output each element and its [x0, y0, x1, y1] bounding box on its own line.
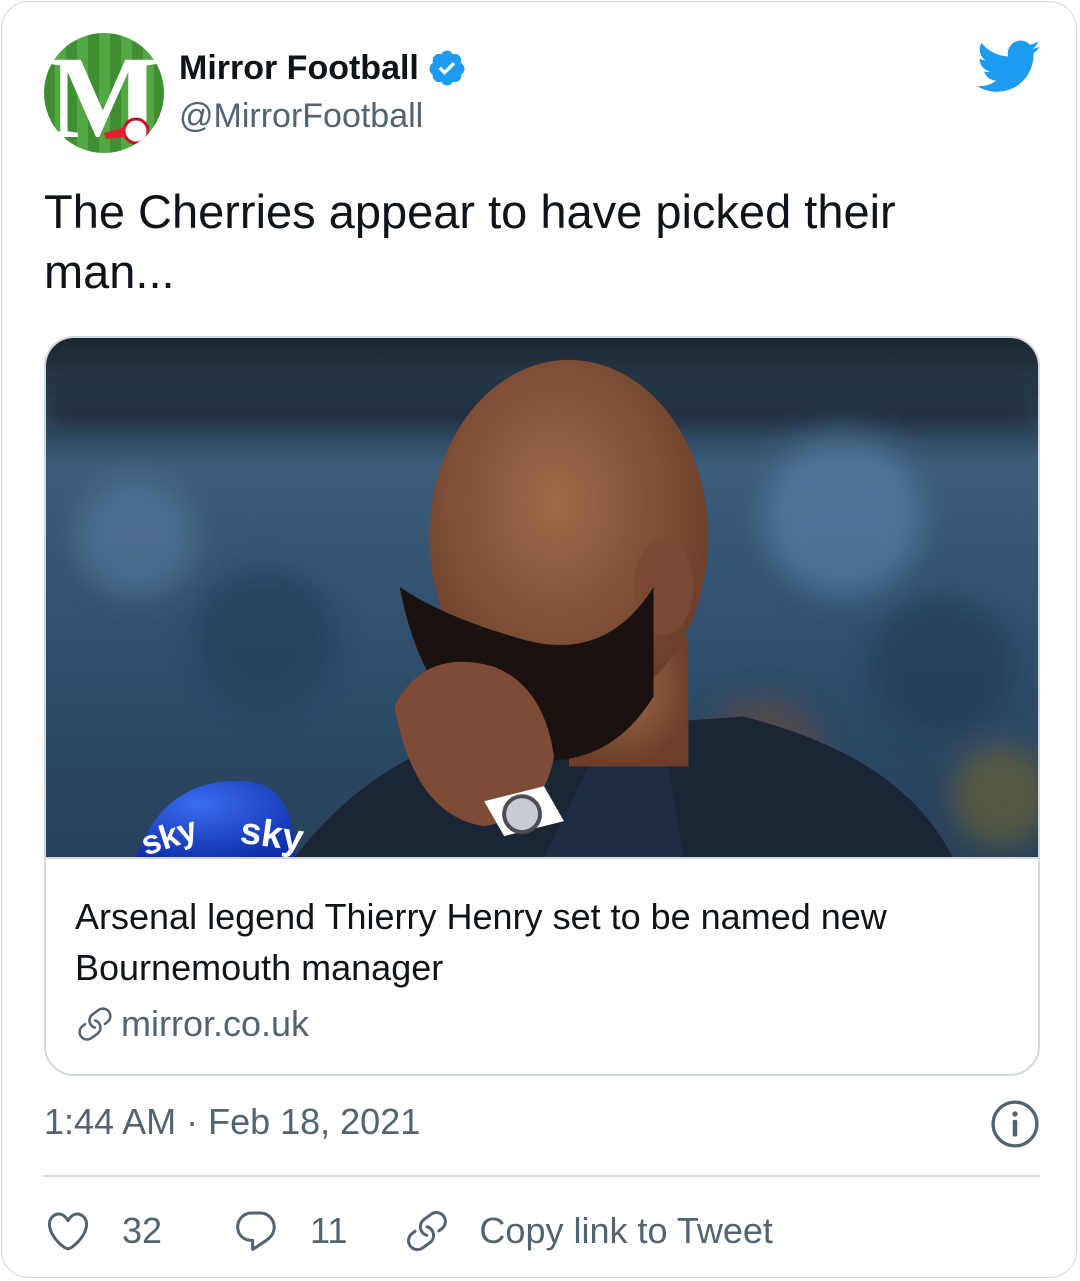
tweet-card: M Mirror Football @MirrorFootball The Ch…: [1, 1, 1077, 1278]
tweet-timestamp[interactable]: 1:44 AM · Feb 18, 2021: [44, 1101, 420, 1143]
like-button[interactable]: 32: [44, 1207, 162, 1255]
link-icon: [407, 1211, 448, 1252]
info-icon[interactable]: [990, 1099, 1040, 1149]
reply-bubble-icon: [236, 1211, 276, 1251]
author-name[interactable]: Mirror Football: [179, 48, 467, 88]
twitter-logo-icon[interactable]: [977, 40, 1041, 94]
tweet-actions: 32 11 Copy link to Tweet: [44, 1200, 773, 1262]
link-preview-image[interactable]: sky sky: [46, 338, 1038, 859]
tweet-text: The Cherries appear to have picked their…: [44, 185, 896, 298]
like-count: 32: [122, 1210, 163, 1251]
link-preview-title[interactable]: Arsenal legend Thierry Henry set to be n…: [75, 891, 995, 993]
mic-text-right: sky: [238, 810, 306, 859]
author-name-label: Mirror Football: [179, 48, 419, 87]
link-domain-label: mirror.co.uk: [121, 1003, 310, 1044]
copy-link-label: Copy link to Tweet: [479, 1210, 773, 1251]
avatar[interactable]: M: [44, 33, 164, 153]
author-handle[interactable]: @MirrorFootball: [179, 97, 423, 136]
reply-count: 11: [310, 1210, 348, 1251]
link-preview-domain[interactable]: mirror.co.uk: [75, 1003, 309, 1045]
mirror-football-logo-icon: M: [44, 33, 164, 153]
copy-link-button[interactable]: Copy link to Tweet: [403, 1207, 773, 1255]
verified-badge-icon: [429, 50, 465, 86]
heart-icon: [47, 1212, 89, 1251]
divider: [44, 1175, 1040, 1177]
link-icon: [78, 1007, 112, 1041]
link-preview-card[interactable]: sky sky Arsenal legend Thierry Henry set…: [44, 336, 1040, 1076]
reply-button[interactable]: 11: [232, 1207, 347, 1255]
